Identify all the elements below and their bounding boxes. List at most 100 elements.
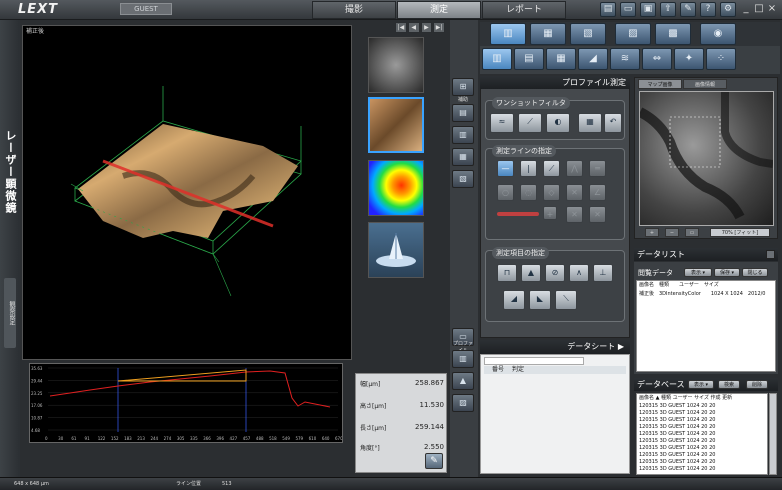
database-row[interactable]: 120315 3D GUEST 1024 20 20 (639, 417, 715, 424)
datasheet-input[interactable] (484, 357, 584, 365)
datalist-menu-icon[interactable] (766, 250, 775, 259)
filter-smooth-icon[interactable]: ≈ (490, 113, 514, 133)
database-row[interactable]: 120315 3D GUEST 1024 20 20 (639, 403, 715, 410)
width-tool-icon[interactable]: ⇔ (642, 48, 672, 70)
filter-tilt-icon[interactable]: ⟋ (518, 113, 542, 133)
database-row[interactable]: 120315 3D GUEST 1024 20 20 (639, 424, 715, 431)
angle-measure-icon[interactable]: ∧ (569, 264, 589, 282)
profile-graph[interactable]: 35.63 29.44 23.25 17.06 10.87 4.68 0 30 61 91 122… (29, 363, 343, 443)
result-row: 長さ[μm] 259.144 (358, 420, 446, 434)
database-delete-button[interactable]: 削除 (746, 380, 768, 389)
assist-label: 補助 (457, 97, 468, 103)
minimize-button[interactable]: _ (740, 3, 752, 15)
side-tab-observation[interactable]: 観察設定 (4, 278, 16, 348)
prev-image-button[interactable]: ◀ (407, 22, 420, 33)
datasheet-header[interactable]: データシート ▶ (480, 340, 630, 354)
diagonal-measure-icon[interactable]: ⟍ (555, 290, 577, 310)
measure-mode-5-icon[interactable]: ▩ (655, 23, 691, 45)
open-file-icon[interactable]: ▤ (600, 2, 616, 17)
datalist-save-button[interactable]: 保存 ▾ (714, 268, 740, 277)
edit-results-button[interactable]: ✎ (425, 453, 443, 469)
datalist-row[interactable]: 補正後 3DIntensityColor 1024 X 1024 2012/0 (639, 291, 766, 298)
tab-report[interactable]: レポート (482, 1, 566, 19)
filter-undo-icon[interactable]: ↶ (604, 113, 622, 133)
user-badge[interactable]: GUEST (120, 3, 172, 15)
tool-b-button[interactable]: ▥ (452, 126, 474, 144)
tool-f-button[interactable]: ▲ (452, 372, 474, 390)
step-height-icon[interactable]: ⊓ (497, 264, 517, 282)
circle-measure-icon[interactable]: ⊘ (545, 264, 565, 282)
database-row[interactable]: 120315 3D GUEST 1024 20 20 (639, 466, 715, 473)
thumbnail-height-map[interactable] (368, 160, 424, 216)
measure-mode-6-icon[interactable]: ◉ (700, 23, 736, 45)
filter-apply-icon[interactable]: ▦ (578, 113, 602, 133)
tab-map-image[interactable]: マップ画像 (638, 79, 682, 89)
export-icon[interactable]: ⇪ (660, 2, 676, 17)
folder-icon[interactable]: ▭ (620, 2, 636, 17)
datalist-show-button[interactable]: 表示 ▾ (684, 268, 712, 277)
map-image[interactable] (637, 91, 774, 226)
point-line-icon: ◇ (543, 184, 560, 201)
result-label: 幅[μm] (360, 381, 381, 388)
database-search-button[interactable]: 検索 (718, 380, 740, 389)
database-row[interactable]: 120315 3D GUEST 1024 20 20 (639, 431, 715, 438)
filter-contrast-icon[interactable]: ◐ (546, 113, 570, 133)
tool-a-button[interactable]: ▤ (452, 104, 474, 122)
profile-tool-icon[interactable]: ▥ (482, 48, 512, 70)
database-show-button[interactable]: 表示 ▾ (688, 380, 714, 389)
step-tool-icon[interactable]: ▤ (514, 48, 544, 70)
tool-c-button[interactable]: ▦ (452, 148, 474, 166)
tools-icon[interactable]: ✎ (680, 2, 696, 17)
thumbnail-laser[interactable] (368, 37, 424, 93)
save-icon[interactable]: ▣ (640, 2, 656, 17)
horizontal-line-icon[interactable]: — (497, 160, 514, 177)
database-row[interactable]: 120315 3D GUEST 1024 20 20 (639, 445, 715, 452)
geometry-tool-icon[interactable]: ⁘ (706, 48, 736, 70)
fit-icon[interactable]: ▭ (685, 228, 699, 237)
database-scrollbar[interactable] (769, 393, 777, 475)
tab-capture[interactable]: 撮影 (312, 1, 396, 19)
tool-e-button[interactable]: ▥ (452, 350, 474, 368)
zoom-in-icon[interactable]: + (645, 228, 659, 237)
zoom-out-icon[interactable]: − (665, 228, 679, 237)
y-tick-label: 17.06 (31, 403, 43, 408)
tab-measure[interactable]: 測定 (397, 1, 481, 19)
first-image-button[interactable]: |◀ (395, 22, 407, 33)
vertical-line-icon[interactable]: | (520, 160, 537, 177)
database-row[interactable]: 120315 3D GUEST 1024 20 20 (639, 410, 715, 417)
area-tool-icon[interactable]: ▦ (546, 48, 576, 70)
image-view[interactable] (22, 25, 352, 360)
thumbnail-3d-view[interactable] (368, 222, 424, 278)
status-line-value: 513 (222, 481, 232, 487)
measure-mode-1-icon[interactable]: ▥ (490, 23, 526, 45)
tool-d-button[interactable]: ▧ (452, 170, 474, 188)
peak-icon[interactable]: ▲ (521, 264, 541, 282)
datalist-close-button[interactable]: 閉じる (742, 268, 768, 277)
measure-mode-4-icon[interactable]: ▨ (615, 23, 651, 45)
assist-button[interactable]: ⊞ (452, 78, 474, 96)
tab-image-info[interactable]: 画像情報 (683, 79, 727, 89)
measure-mode-2-icon[interactable]: ▦ (530, 23, 566, 45)
line-width-slider[interactable] (497, 212, 539, 216)
database-row[interactable]: 120315 3D GUEST 1024 20 20 (639, 452, 715, 459)
app-window: LEXT GUEST 撮影 測定 レポート ▤ ▭ ▣ ⇪ ✎ ? ⚙ _ □ … (0, 0, 782, 490)
settings-icon[interactable]: ⚙ (720, 2, 736, 17)
last-image-button[interactable]: ▶| (433, 22, 445, 33)
tool-g-button[interactable]: ▨ (452, 394, 474, 412)
line-spec-label: 測定ラインの指定 (492, 145, 556, 157)
area-measure-icon[interactable]: ◢ (503, 290, 525, 310)
volume-tool-icon[interactable]: ◢ (578, 48, 608, 70)
database-row[interactable]: 120315 3D GUEST 1024 20 20 (639, 459, 715, 466)
next-image-button[interactable]: ▶ (420, 22, 433, 33)
roughness-tool-icon[interactable]: ≋ (610, 48, 640, 70)
maximize-button[interactable]: □ (753, 3, 765, 15)
vertical-measure-icon[interactable]: ⊥ (593, 264, 613, 282)
close-button[interactable]: × (766, 3, 778, 15)
database-row[interactable]: 120315 3D GUEST 1024 20 20 (639, 438, 715, 445)
cross-section-icon[interactable]: ◣ (529, 290, 551, 310)
measure-mode-3-icon[interactable]: ▧ (570, 23, 606, 45)
particle-tool-icon[interactable]: ✦ (674, 48, 704, 70)
help-icon[interactable]: ? (700, 2, 716, 17)
free-line-icon[interactable]: ⟋ (543, 160, 560, 177)
thumbnail-color[interactable] (368, 97, 424, 153)
